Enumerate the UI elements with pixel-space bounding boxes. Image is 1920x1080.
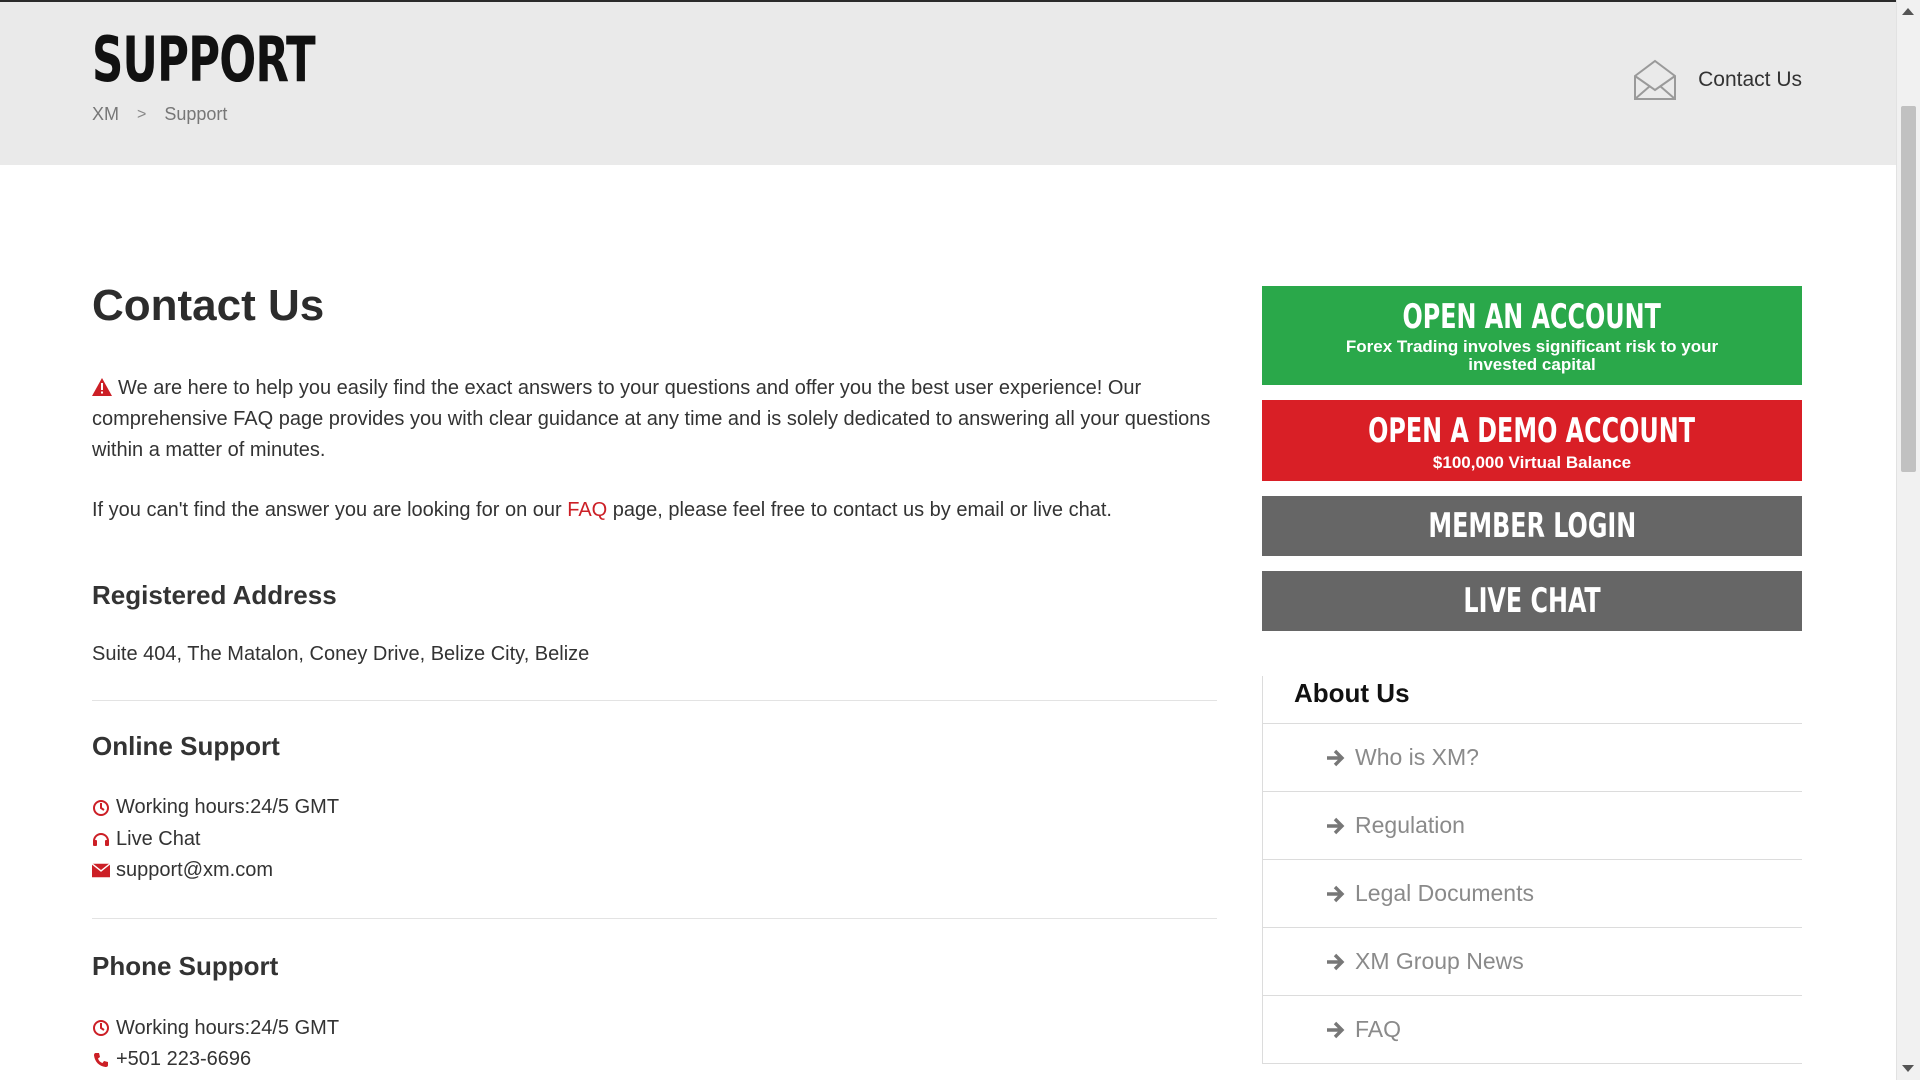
- phone-support-list: Working hours:24/5 GMT +501 223-6696: [92, 1012, 1217, 1075]
- breadcrumb: XM > Support: [92, 104, 227, 125]
- registered-address-title: Registered Address: [92, 579, 337, 610]
- live-chat-text[interactable]: Live Chat: [116, 828, 201, 851]
- open-account-label: OPEN AN ACCOUNT: [1402, 297, 1662, 337]
- phone-support-title: Phone Support: [92, 951, 279, 982]
- faq-paragraph: If you can't find the answer you are loo…: [92, 499, 1217, 522]
- open-demo-label: OPEN A DEMO ACCOUNT: [1368, 411, 1696, 451]
- member-login-label: MEMBER LOGIN: [1428, 506, 1636, 546]
- open-account-button[interactable]: OPEN AN ACCOUNT Forex Trading involves s…: [1262, 286, 1802, 385]
- header-contact-link[interactable]: Contact Us: [1632, 58, 1802, 102]
- breadcrumb-home[interactable]: XM: [92, 104, 119, 125]
- contact-heading: Contact Us: [92, 281, 325, 330]
- clock-icon: [92, 1019, 110, 1037]
- page-header: SUPPORT XM > Support Contact Us: [0, 0, 1896, 165]
- about-item-label: Who is XM?: [1355, 744, 1479, 770]
- arrow-right-icon: [1327, 1021, 1345, 1038]
- about-item-label: Legal Documents: [1355, 880, 1534, 906]
- headset-icon: [92, 830, 110, 848]
- phone-number-row[interactable]: +501 223-6696: [92, 1044, 1217, 1076]
- about-item-regulation[interactable]: Regulation: [1263, 792, 1802, 860]
- online-support-title: Online Support: [92, 730, 280, 761]
- about-item-label: XM Group News: [1355, 948, 1524, 974]
- main-content: Contact Us We are here to help you easil…: [92, 280, 1217, 1075]
- breadcrumb-current: Support: [164, 104, 228, 124]
- about-item-xm-group-news[interactable]: XM Group News: [1263, 928, 1802, 996]
- registered-address-text: Suite 404, The Matalon, Coney Drive, Bel…: [92, 643, 1217, 701]
- open-demo-sub: $100,000 Virtual Balance: [1432, 453, 1632, 472]
- about-us-menu: About Us Who is XM? Regulation Legal Doc…: [1262, 676, 1802, 1064]
- header-contact-label: Contact Us: [1698, 68, 1802, 91]
- phone-icon: [92, 1051, 110, 1069]
- warning-icon: [92, 377, 112, 396]
- breadcrumb-separator: >: [137, 105, 147, 123]
- online-hours-row: Working hours:24/5 GMT: [92, 792, 1217, 824]
- intro-text: We are here to help you easily find the …: [92, 376, 1211, 461]
- phone-hours-text: Working hours:24/5 GMT: [116, 1016, 340, 1039]
- email-row[interactable]: support@xm.com: [92, 855, 1217, 887]
- intro-paragraph: We are here to help you easily find the …: [92, 373, 1217, 466]
- about-item-label: Regulation: [1355, 812, 1465, 838]
- faq-link[interactable]: FAQ: [567, 499, 607, 521]
- phone-number-text[interactable]: +501 223-6696: [116, 1048, 251, 1071]
- page-title: SUPPORT: [92, 23, 316, 96]
- faq-text-after: page, please feel free to contact us by …: [607, 498, 1112, 521]
- scroll-up-arrow[interactable]: [1902, 8, 1914, 15]
- online-support-list: Working hours:24/5 GMT Live Chat support…: [92, 792, 1217, 920]
- mail-outline-icon: [1634, 59, 1677, 100]
- open-account-risk-note: Forex Trading involves significant risk …: [1345, 337, 1719, 374]
- live-chat-button[interactable]: LIVE CHAT: [1262, 571, 1802, 631]
- envelope-icon: [92, 862, 110, 880]
- faq-text-before: If you can't find the answer you are loo…: [92, 498, 568, 521]
- about-item-who-is-xm[interactable]: Who is XM?: [1263, 724, 1802, 792]
- phone-hours-row: Working hours:24/5 GMT: [92, 1012, 1217, 1044]
- online-hours-text: Working hours:24/5 GMT: [116, 796, 340, 819]
- about-item-faq[interactable]: FAQ: [1263, 996, 1802, 1064]
- live-chat-label: LIVE CHAT: [1463, 581, 1601, 621]
- live-chat-row[interactable]: Live Chat: [92, 823, 1217, 855]
- scroll-down-arrow[interactable]: [1902, 1065, 1914, 1072]
- arrow-right-icon: [1327, 885, 1345, 902]
- sidebar: OPEN AN ACCOUNT Forex Trading involves s…: [1262, 286, 1802, 1064]
- arrow-right-icon: [1327, 953, 1345, 970]
- about-us-title: About Us: [1263, 676, 1802, 724]
- member-login-button[interactable]: MEMBER LOGIN: [1262, 496, 1802, 556]
- about-item-label: FAQ: [1355, 1016, 1402, 1042]
- open-demo-account-button[interactable]: OPEN A DEMO ACCOUNT $100,000 Virtual Bal…: [1262, 400, 1802, 481]
- email-text[interactable]: support@xm.com: [116, 859, 273, 882]
- arrow-right-icon: [1327, 749, 1345, 766]
- clock-icon: [92, 799, 110, 817]
- vertical-scrollbar[interactable]: [1896, 0, 1920, 1080]
- scroll-thumb[interactable]: [1901, 106, 1916, 472]
- arrow-right-icon: [1327, 817, 1345, 834]
- about-item-legal-documents[interactable]: Legal Documents: [1263, 860, 1802, 928]
